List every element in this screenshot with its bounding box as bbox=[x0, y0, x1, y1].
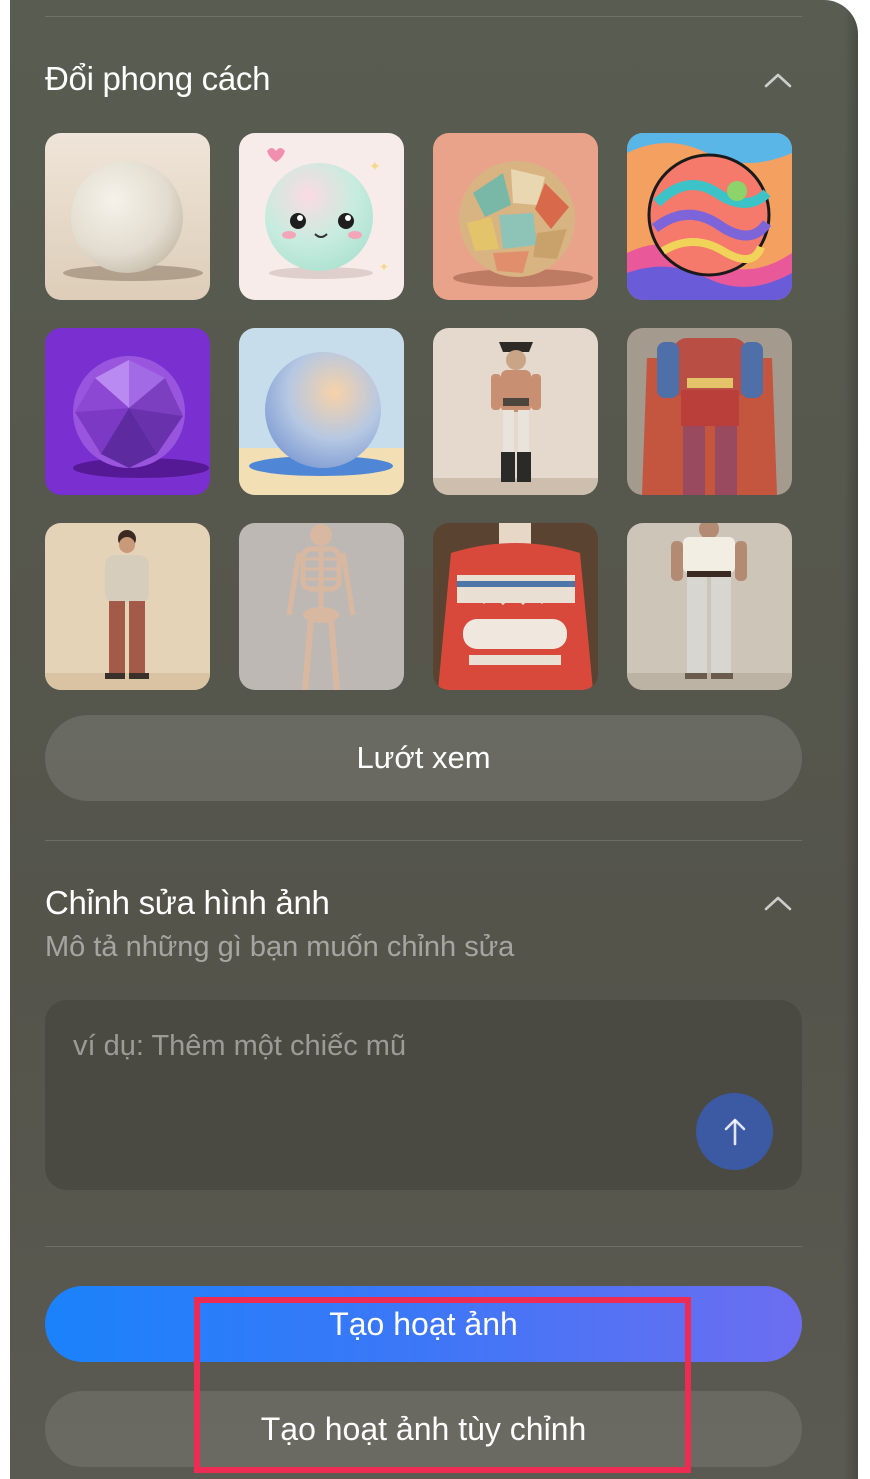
edit-image-title: Chỉnh sửa hình ảnh bbox=[45, 884, 330, 921]
restyle-collapse-chevron-icon[interactable] bbox=[761, 69, 795, 91]
svg-text:✦: ✦ bbox=[379, 260, 389, 274]
top-divider bbox=[45, 16, 802, 17]
style-thumb-clay-sphere[interactable] bbox=[45, 133, 210, 300]
style-thumb-psychedelic-sphere[interactable] bbox=[627, 133, 792, 300]
style-thumb-knit-sweater-figure[interactable] bbox=[433, 523, 598, 690]
style-thumb-pirate-figure[interactable] bbox=[433, 328, 598, 495]
style-thumb-superhero-figure[interactable] bbox=[627, 328, 792, 495]
create-animation-button[interactable]: Tạo hoạt ảnh bbox=[45, 1286, 802, 1362]
style-thumb-cute-face-sphere[interactable]: ✦ ✦ bbox=[239, 133, 404, 300]
style-thumb-skeleton-figure[interactable] bbox=[239, 523, 404, 690]
edit-collapse-chevron-icon[interactable] bbox=[761, 892, 795, 914]
restyle-title: Đổi phong cách bbox=[45, 60, 271, 97]
style-thumb-watercolor-sphere[interactable] bbox=[239, 328, 404, 495]
bottom-divider bbox=[45, 1246, 802, 1247]
style-thumb-paper-collage-sphere[interactable] bbox=[433, 133, 598, 300]
panel-shade bbox=[844, 0, 858, 1479]
middle-divider bbox=[45, 840, 802, 841]
arrow-up-icon bbox=[724, 1118, 745, 1145]
edit-image-subtitle: Mô tả những gì bạn muốn chỉnh sửa bbox=[45, 931, 515, 963]
browse-button[interactable]: Lướt xem bbox=[45, 715, 802, 801]
style-grid: ✦ ✦ bbox=[45, 133, 802, 690]
create-custom-animation-button[interactable]: Tạo hoạt ảnh tùy chỉnh bbox=[45, 1391, 802, 1467]
send-button[interactable] bbox=[696, 1093, 773, 1170]
edit-prompt-input[interactable] bbox=[73, 1026, 673, 1066]
style-thumb-white-tshirt-man-figure[interactable] bbox=[627, 523, 792, 690]
edit-prompt-box bbox=[45, 1000, 802, 1190]
style-thumb-sweater-man-figure[interactable] bbox=[45, 523, 210, 690]
svg-text:✦: ✦ bbox=[369, 159, 381, 175]
style-thumb-low-poly-purple-sphere[interactable] bbox=[45, 328, 210, 495]
